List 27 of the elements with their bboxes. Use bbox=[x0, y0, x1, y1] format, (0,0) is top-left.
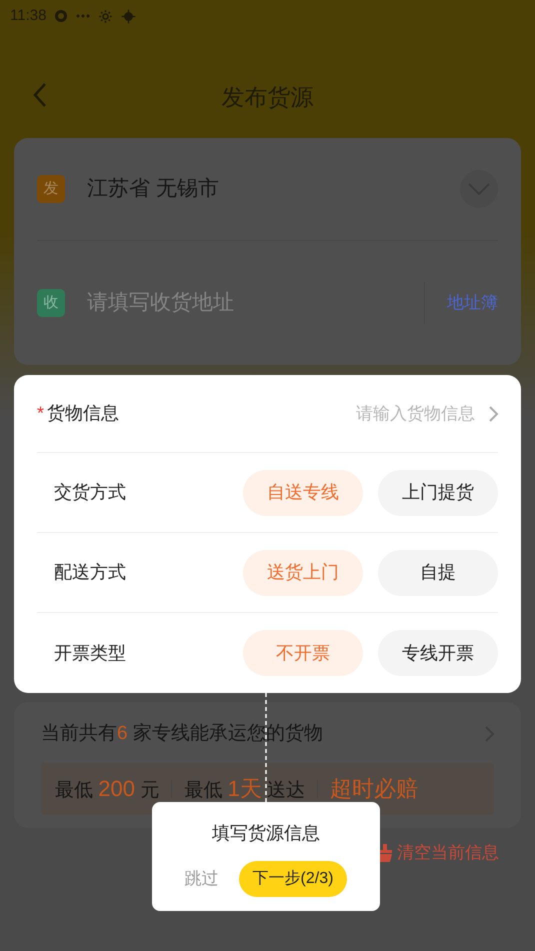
sender-badge: 发 bbox=[37, 175, 65, 203]
guarantee-text: 超时必赔 bbox=[330, 775, 418, 803]
option-chip[interactable]: 不开票 bbox=[243, 630, 363, 676]
next-button[interactable]: 下一步(2/3) bbox=[238, 861, 348, 897]
cargo-info-field[interactable]: 请输入货物信息 bbox=[325, 400, 475, 426]
chevron-right-icon bbox=[489, 406, 498, 422]
field-label: 开票类型 bbox=[53, 642, 127, 664]
field-label: 配送方式 bbox=[53, 561, 127, 584]
sender-address: 江苏省 无锡市 bbox=[87, 176, 220, 202]
broom-icon bbox=[377, 844, 393, 862]
carriers-summary: 当前共有6 家专线能承运您的货物 bbox=[41, 722, 324, 746]
address-book-link[interactable]: 地址簿 bbox=[447, 290, 498, 316]
required-mark: * bbox=[37, 402, 44, 425]
more-icon bbox=[76, 14, 90, 18]
clear-button[interactable]: 清空当前信息 bbox=[377, 840, 499, 866]
option-chip[interactable]: 自提 bbox=[378, 550, 498, 596]
stat-text: 最低 200 元 bbox=[55, 774, 160, 803]
skip-button[interactable]: 跳过 bbox=[184, 866, 219, 892]
option-chip[interactable]: 专线开票 bbox=[378, 630, 498, 676]
field-label: 货物信息 bbox=[47, 402, 120, 425]
field-label: 交货方式 bbox=[53, 481, 127, 504]
tour-title: 填写货源信息 bbox=[212, 822, 320, 845]
stat-text: 最低 1天 送达 bbox=[184, 774, 306, 803]
option-chip[interactable]: 自送专线 bbox=[243, 470, 363, 516]
option-chip[interactable]: 上门提货 bbox=[378, 470, 498, 516]
receiver-badge: 收 bbox=[37, 289, 65, 317]
option-chip[interactable]: 送货上门 bbox=[243, 550, 363, 596]
